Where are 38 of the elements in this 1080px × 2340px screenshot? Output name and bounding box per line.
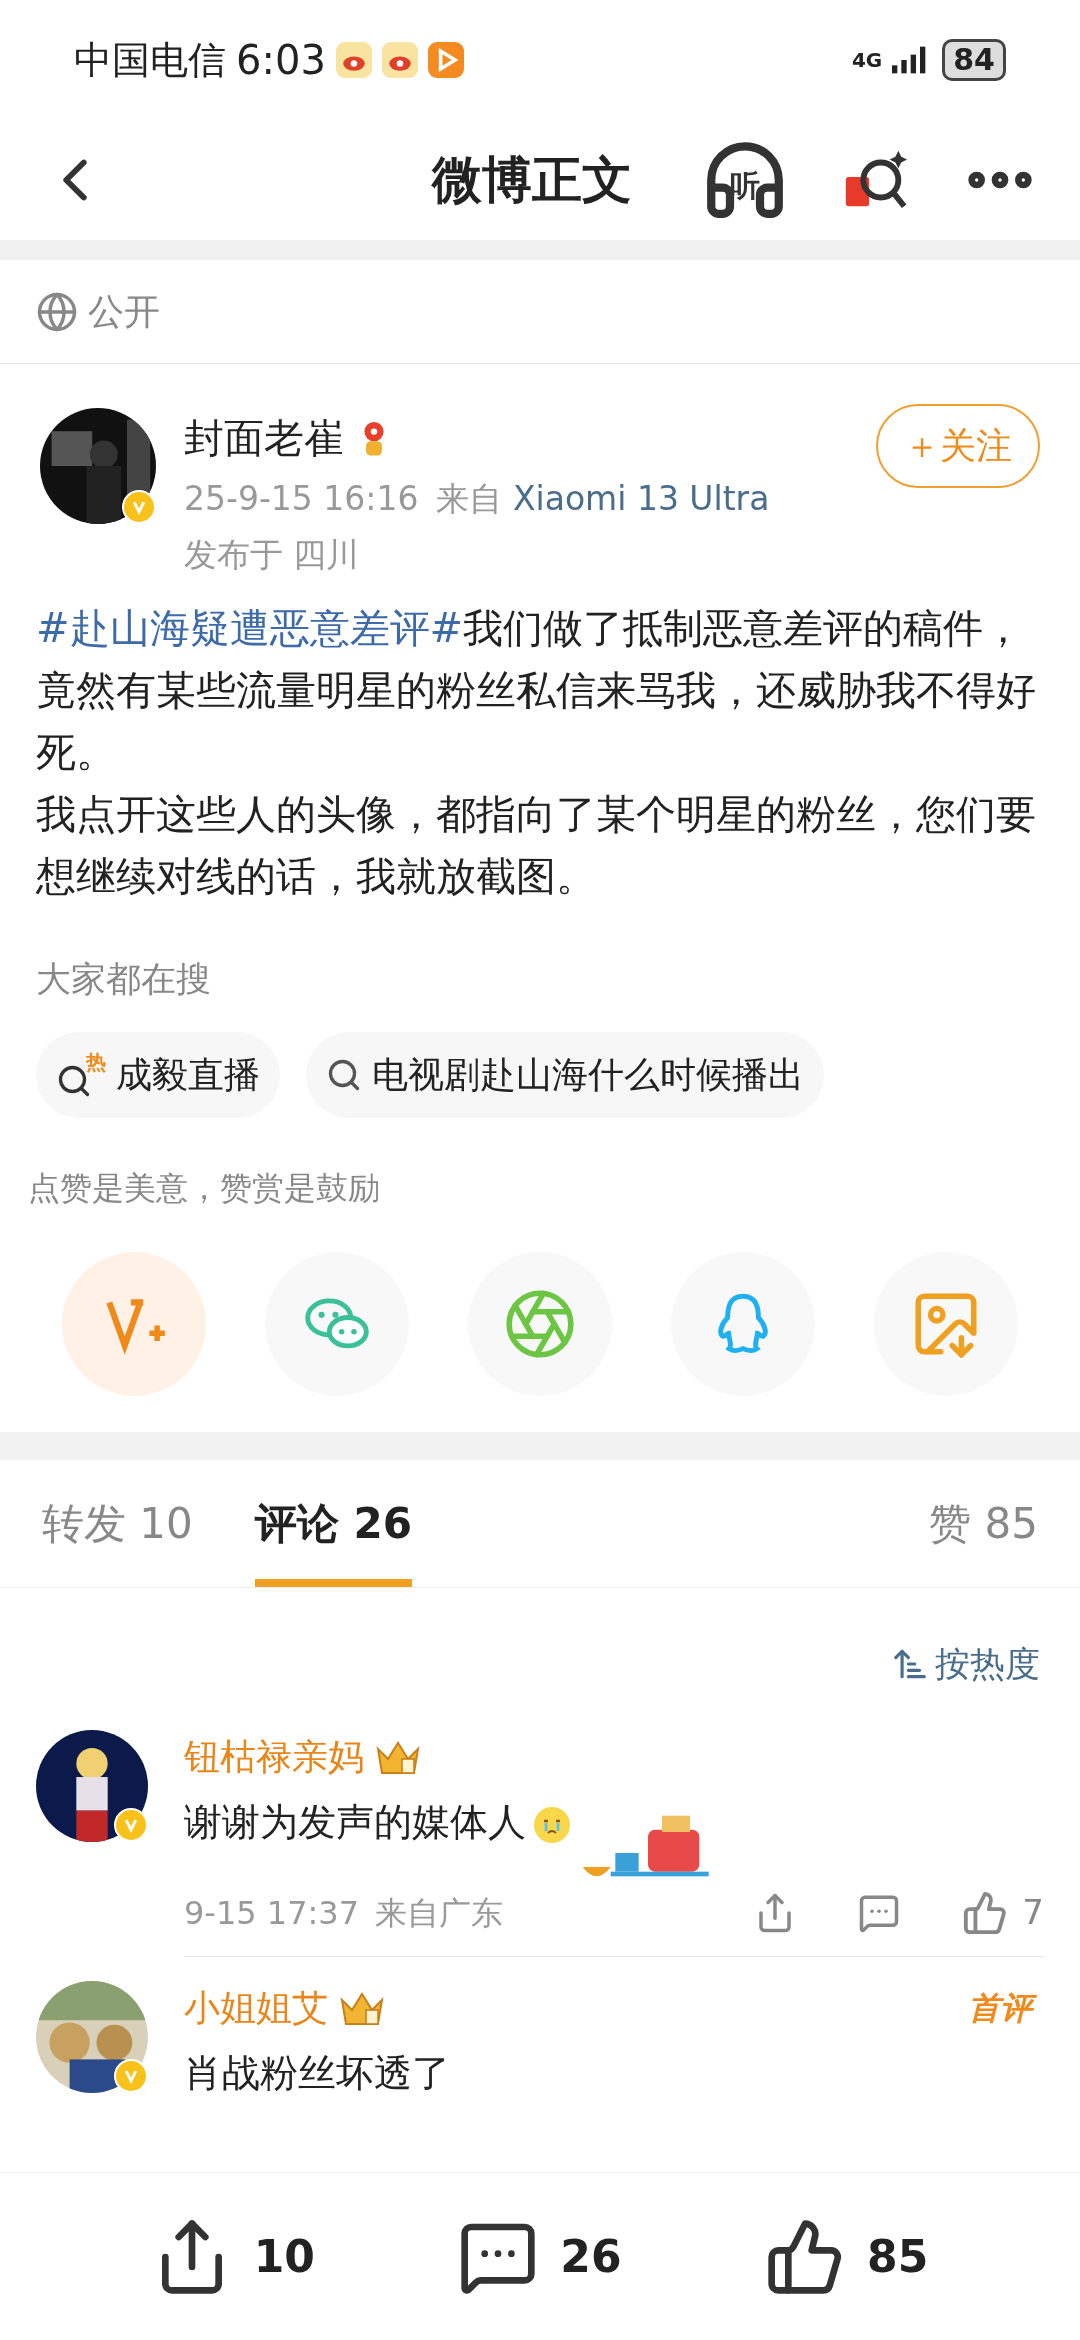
post-location: 发布于 四川 — [184, 533, 361, 576]
section-title: 大家都在搜 — [36, 958, 212, 1001]
comment-text: 肖战粉丝坏透了 — [184, 2050, 450, 2097]
battery-level: 84 — [942, 39, 1006, 81]
comment-time: 9-15 17:37 — [184, 1892, 359, 1934]
globe-icon — [36, 290, 78, 333]
post-text: #赴山海疑遭恶意差评#我们做了抵制恶意差评的稿件，竟然有某些流量明星的粉丝私信来骂我，还威胁我不得好死。 — [36, 604, 1037, 777]
search-chip[interactable]: 电视剧赴山海什么时候播出 — [306, 1031, 824, 1118]
hot-tag: 热 — [86, 1050, 106, 1073]
hashtag-link[interactable]: #赴山海疑遭恶意差评# — [36, 605, 464, 651]
clock: 6:03 — [236, 36, 326, 85]
comment-location: 来自广东 — [375, 1892, 503, 1934]
author-name[interactable]: 封面老崔 — [184, 408, 344, 468]
visibility-label: 公开 — [88, 289, 160, 334]
like-count: 7 — [1022, 1891, 1044, 1934]
play-app-icon — [427, 42, 464, 78]
action-button[interactable]: 85 — [765, 2216, 929, 2297]
search-chip[interactable]: 热 成毅直播 — [36, 1031, 280, 1118]
tab[interactable]: 转发 10 — [42, 1459, 193, 1587]
sort-label[interactable]: 按热度 — [935, 1637, 1040, 1690]
carrier: 中国电信 — [74, 36, 226, 84]
comment-text: 谢谢为发声的媒体人 — [184, 1799, 526, 1846]
reward-tip: 点赞是美意，赞赏是鼓励 — [27, 1167, 381, 1209]
listen-label: 听 — [730, 166, 760, 205]
post-text: 我点开这些人的头像，都指向了某个明星的粉丝，您们要想继续对线的话，我就放截图。 — [36, 790, 1037, 901]
likes-tab[interactable]: 赞 85 — [929, 1491, 1038, 1555]
action-button[interactable]: 10 — [151, 2216, 315, 2297]
eye-app-icon — [335, 42, 372, 78]
post-time: 25-9-15 16:16 — [184, 478, 419, 520]
tab[interactable]: 评论 26 — [254, 1459, 412, 1587]
like-icon[interactable] — [962, 1889, 1009, 1936]
crying-emoji-icon — [532, 1805, 572, 1845]
eye-app-icon — [381, 42, 418, 78]
page-title: 微博正文 — [432, 149, 632, 211]
first-comment-tag: 首评 — [968, 1986, 1040, 2030]
network-label: 4G — [851, 47, 883, 74]
post-source: 来自 Xiaomi 13 Ultra — [436, 478, 770, 520]
action-button[interactable]: 26 — [458, 2216, 622, 2297]
